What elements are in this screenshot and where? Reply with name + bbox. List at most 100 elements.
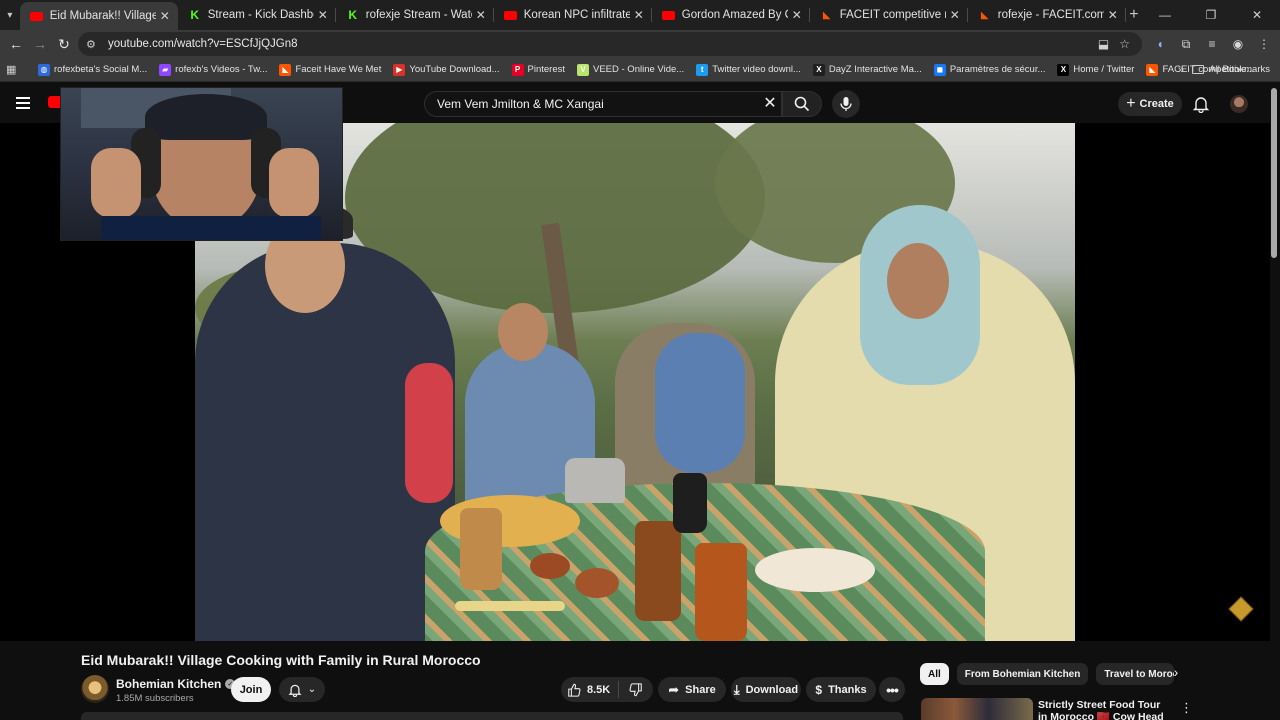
all-bookmarks-label: All Bookmarks [1209, 64, 1270, 75]
man-denim-face [498, 303, 548, 361]
recommended-menu-icon[interactable]: ⋮ [1180, 700, 1193, 716]
close-tab-icon[interactable]: ✕ [472, 8, 490, 22]
join-button[interactable]: Join [231, 677, 271, 702]
filter-chip[interactable]: From Bohemian Kitchen [956, 663, 1089, 685]
channel-avatar[interactable] [81, 675, 109, 703]
address-bar[interactable]: ⚙ youtube.com/watch?v=ESCfJjQJGn8 ⬓ ☆ [78, 32, 1142, 56]
search-button[interactable] [782, 91, 822, 117]
close-tab-icon[interactable]: ✕ [788, 8, 806, 22]
browser-tab[interactable]: Korean NPC infiltrates Sony HQ✕ [494, 0, 652, 30]
close-tab-icon[interactable]: ✕ [946, 8, 964, 22]
download-icon: ⤓ [733, 681, 740, 697]
more-bookmarks-icon[interactable]: » [1178, 64, 1184, 76]
menu-icon[interactable] [16, 97, 30, 112]
video-player[interactable] [0, 87, 1270, 641]
close-tab-icon[interactable]: ✕ [314, 8, 332, 22]
browser-tab[interactable]: Eid Mubarak!! Village Cooking w✕ [19, 2, 178, 30]
reload-icon[interactable]: ↻ [52, 32, 76, 56]
extensions-icon[interactable]: ⧉ [1178, 33, 1194, 55]
account-avatar[interactable] [1230, 95, 1248, 113]
browser-tab[interactable]: Krofexje Stream - Watch Live on✕ [336, 0, 494, 30]
all-bookmarks-button[interactable]: All Bookmarks [1192, 64, 1270, 75]
bookmark-item[interactable]: ◼ Paramètres de sécur... [933, 63, 1045, 76]
toolbar-actions: ◖ ⧉ ≡ ◉ ⋮ [1152, 33, 1272, 55]
bookmark-item[interactable]: X DayZ Interactive Ma... [812, 63, 922, 76]
bookmark-label: Twitter video downl... [712, 64, 801, 75]
channel-watermark-icon[interactable] [1228, 596, 1254, 622]
new-tab-icon[interactable]: + [1126, 6, 1142, 24]
address-url[interactable]: youtube.com/watch?v=ESCfJjQJGn8 [108, 38, 298, 50]
bookmark-item[interactable]: V VEED - Online Vide... [577, 63, 685, 76]
share-button[interactable]: ➦ Share [658, 677, 726, 702]
browser-menu-icon[interactable]: ⋮ [1256, 33, 1272, 55]
thanks-button[interactable]: $ Thanks [806, 677, 876, 702]
like-button[interactable]: 8.5K [561, 681, 620, 698]
bookmark-item[interactable]: ◍ rofexbeta's Social M... [38, 63, 147, 76]
close-tab-icon[interactable]: ✕ [156, 9, 174, 23]
bookmark-item[interactable]: X Home / Twitter [1057, 63, 1134, 76]
tab-title: rofexje - FACEIT.com [997, 9, 1104, 21]
bookmark-item[interactable]: ▶ YouTube Download... [393, 63, 500, 76]
minimize-icon[interactable]: — [1142, 8, 1188, 22]
back-icon[interactable]: ← [4, 32, 28, 56]
chevron-right-icon[interactable]: › [1166, 664, 1186, 684]
install-app-icon[interactable]: ⬓ [1098, 37, 1109, 51]
description-box[interactable] [81, 712, 903, 720]
recommended-title[interactable]: Strictly Street Food Tour in Morocco 🇲🇦 … [1038, 699, 1168, 720]
bookmarks-bar: ▦ ◍ rofexbeta's Social M... ▰ rofexb's Vide… [0, 58, 1280, 82]
notifications-bell-icon[interactable] [1192, 95, 1210, 113]
bookmark-item[interactable]: ◣ Faceit Have We Met [279, 63, 381, 76]
woman-face [887, 243, 949, 319]
browser-tab[interactable]: Gordon Amazed By Chef Who M✕ [652, 0, 810, 30]
more-horizontal-icon: ••• [886, 681, 899, 698]
search-query[interactable]: Vem Vem Jmilton & MC Xangai [437, 97, 604, 111]
forward-icon[interactable]: → [28, 32, 52, 56]
bookmark-star-icon[interactable]: ☆ [1119, 37, 1130, 51]
close-window-icon[interactable]: ✕ [1234, 8, 1280, 22]
close-tab-icon[interactable]: ✕ [630, 8, 648, 22]
bookmark-list: ◍ rofexbeta's Social M... ▰ rofexb's Videos… [38, 63, 1266, 76]
bookmark-item[interactable]: t Twitter video downl... [696, 63, 801, 76]
voice-search-button[interactable] [832, 90, 860, 118]
thumbs-up-icon [568, 683, 581, 697]
thumbs-down-icon [629, 682, 643, 696]
recommended-thumbnail[interactable] [921, 698, 1033, 720]
browser-tab[interactable]: ◣ rofexje - FACEIT.com ✕ [968, 0, 1126, 30]
create-button[interactable]: + Create [1118, 92, 1182, 116]
cast-icon[interactable]: ◖ [1152, 33, 1168, 55]
close-tab-icon[interactable]: ✕ [1104, 8, 1122, 22]
dislike-button[interactable] [619, 682, 653, 697]
youtube-icon [30, 9, 44, 23]
tab-title: Gordon Amazed By Chef Who M [681, 9, 788, 21]
media-controls-icon[interactable]: ≡ [1204, 33, 1220, 55]
browser-tab[interactable]: K Stream - Kick Dashboard✕ [178, 0, 336, 30]
channel-name-text[interactable]: Bohemian Kitchen [116, 677, 221, 691]
twitch-icon: ▰ [159, 63, 172, 76]
more-actions-button[interactable]: ••• [879, 677, 905, 702]
search-input[interactable]: Vem Vem Jmilton & MC Xangai [424, 91, 782, 117]
restore-icon[interactable]: ❐ [1188, 8, 1234, 22]
download-button[interactable]: ⤓ Download [731, 677, 801, 702]
filter-chip[interactable]: All [920, 663, 949, 685]
bookmark-item[interactable]: ▰ rofexb's Videos - Tw... [159, 63, 267, 76]
profile-icon[interactable]: ◉ [1230, 33, 1246, 55]
filter-chip[interactable]: Travel to Morocco [1096, 663, 1175, 685]
browser-tab[interactable]: ◣ FACEIT competitive match - FAC✕ [810, 0, 968, 30]
subscriber-count: 1.85M subscribers [116, 693, 194, 704]
bookmark-item[interactable]: P Pinterest [511, 63, 565, 76]
veed-icon: V [577, 63, 589, 76]
tab-search-icon[interactable]: ▾ [3, 4, 17, 26]
create-label: Create [1139, 98, 1174, 110]
twitter-icon: t [696, 63, 709, 76]
tab-title: Eid Mubarak!! Village Cooking w [49, 10, 156, 22]
channel-name[interactable]: Bohemian Kitchen ✓ [116, 677, 236, 691]
site-info-icon[interactable]: ⚙ [86, 38, 104, 51]
faceit-icon: ◣ [279, 63, 292, 76]
plus-icon: + [1126, 95, 1136, 112]
subscription-bell-button[interactable]: ⌄ [279, 677, 325, 702]
apps-grid-icon[interactable]: ▦ [6, 63, 24, 76]
like-count: 8.5K [587, 683, 611, 696]
page-scrollbar[interactable] [1271, 88, 1277, 258]
bookmark-label: VEED - Online Vide... [593, 64, 685, 75]
clear-search-icon[interactable]: ✕ [760, 94, 780, 114]
